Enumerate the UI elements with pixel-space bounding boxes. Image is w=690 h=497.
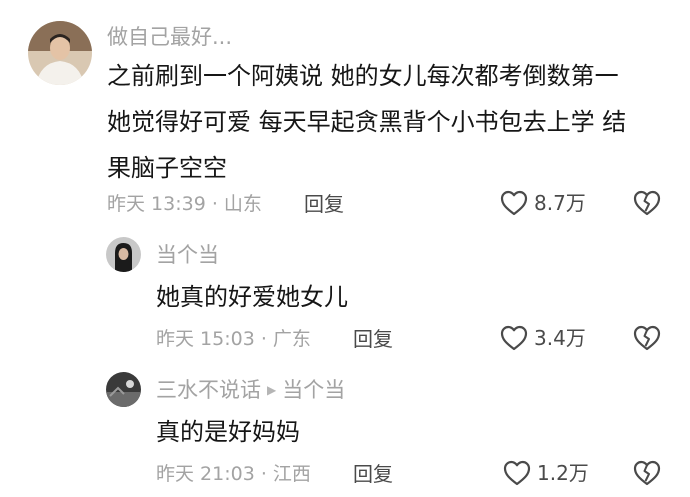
comment-text-line: 果脑子空空 bbox=[107, 154, 227, 182]
comment-text: 她真的好爱她女儿 bbox=[156, 283, 348, 311]
like-button[interactable]: 1.2万 bbox=[503, 460, 589, 486]
comment-username[interactable]: 三水不说话 bbox=[156, 377, 261, 403]
reply-button[interactable]: 回复 bbox=[304, 192, 344, 216]
comment-time-location: 昨天 21:03 · 江西 bbox=[156, 463, 311, 485]
like-button[interactable]: 3.4万 bbox=[500, 325, 586, 351]
reply-header: 三水不说话 ▶ 当个当 bbox=[156, 377, 345, 403]
avatar-image bbox=[106, 237, 141, 272]
dislike-button[interactable] bbox=[633, 325, 661, 351]
comment-time-location: 昨天 15:03 · 广东 bbox=[156, 328, 311, 350]
heart-outline-icon bbox=[503, 460, 531, 486]
comment-time-location: 昨天 13:39 · 山东 bbox=[107, 193, 262, 215]
comment-text-line: 她觉得好可爱 每天早起贪黑背个小书包去上学 结 bbox=[107, 108, 627, 136]
reply-button[interactable]: 回复 bbox=[353, 462, 393, 486]
avatar[interactable] bbox=[28, 21, 92, 85]
heart-outline-icon bbox=[500, 190, 528, 216]
like-count: 3.4万 bbox=[534, 326, 586, 350]
reply-to-username[interactable]: 当个当 bbox=[282, 377, 345, 403]
like-button[interactable]: 8.7万 bbox=[500, 190, 586, 216]
triangle-right-icon: ▶ bbox=[267, 383, 277, 397]
like-count: 1.2万 bbox=[537, 461, 589, 485]
comment-text: 真的是好妈妈 bbox=[156, 418, 300, 446]
reply-button[interactable]: 回复 bbox=[353, 327, 393, 351]
comment-username[interactable]: 当个当 bbox=[156, 242, 219, 268]
dislike-button[interactable] bbox=[633, 190, 661, 216]
broken-heart-icon bbox=[633, 325, 661, 351]
comment-text-line: 之前刷到一个阿姨说 她的女儿每次都考倒数第一 bbox=[107, 62, 619, 90]
comment-username[interactable]: 做自己最好... bbox=[107, 24, 232, 50]
avatar-image bbox=[106, 372, 141, 407]
broken-heart-icon bbox=[633, 460, 661, 486]
like-count: 8.7万 bbox=[534, 191, 586, 215]
heart-outline-icon bbox=[500, 325, 528, 351]
avatar-image bbox=[28, 21, 92, 85]
avatar[interactable] bbox=[106, 372, 141, 407]
avatar[interactable] bbox=[106, 237, 141, 272]
broken-heart-icon bbox=[633, 190, 661, 216]
dislike-button[interactable] bbox=[633, 460, 661, 486]
